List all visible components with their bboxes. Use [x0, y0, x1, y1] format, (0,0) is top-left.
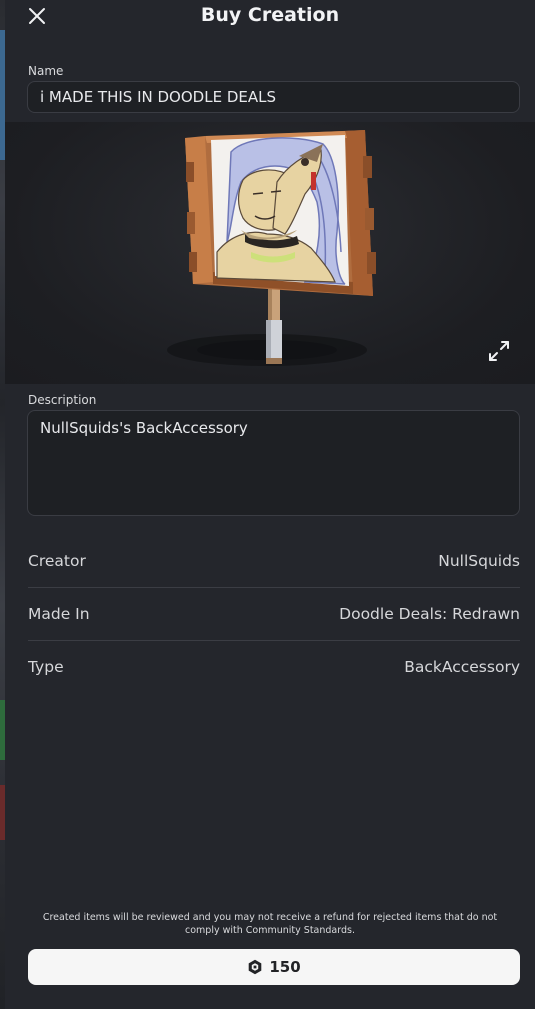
detail-value: NullSquids	[438, 552, 520, 570]
dialog-title: Buy Creation	[200, 4, 340, 26]
sign-accessory-image	[167, 130, 376, 366]
description-label: Description	[28, 393, 97, 407]
name-label: Name	[28, 64, 64, 78]
price-label: 150	[269, 958, 301, 976]
expand-icon	[489, 341, 509, 361]
detail-value: Doodle Deals: Redrawn	[339, 605, 520, 623]
divider	[28, 640, 520, 641]
expand-button[interactable]	[486, 338, 512, 364]
buy-button[interactable]: 150	[28, 949, 520, 985]
review-disclaimer: Created items will be reviewed and you m…	[42, 912, 498, 936]
name-field[interactable]: i MADE THIS IN DOODLE DEALS	[27, 81, 520, 113]
detail-key: Type	[28, 658, 64, 676]
detail-key: Made In	[28, 605, 90, 623]
detail-value: BackAccessory	[404, 658, 520, 676]
detail-row-type: Type BackAccessory	[28, 658, 520, 710]
description-field[interactable]: NullSquids's BackAccessory	[27, 410, 520, 516]
detail-row-creator: Creator NullSquids	[28, 552, 520, 604]
divider	[28, 587, 520, 588]
robux-icon	[249, 959, 262, 975]
item-preview	[5, 122, 535, 384]
buy-creation-dialog: Buy Creation Name i MADE THIS IN DOODLE …	[5, 0, 535, 1009]
detail-row-made-in: Made In Doodle Deals: Redrawn	[28, 605, 520, 657]
dialog-header: Buy Creation	[5, 0, 535, 34]
detail-key: Creator	[28, 552, 86, 570]
